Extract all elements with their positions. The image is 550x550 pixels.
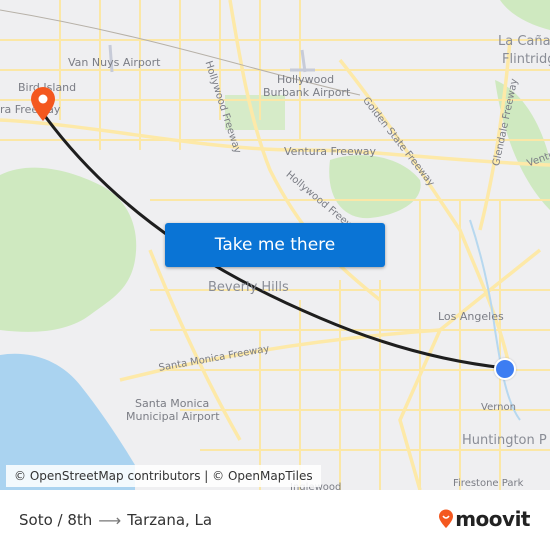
map-label: Firestone Park <box>453 478 524 489</box>
map-label: Burbank Airport <box>263 86 351 99</box>
origin-name: Soto / 8th <box>19 511 93 529</box>
map-label: Huntington P <box>462 433 547 448</box>
attribution-separator: | <box>200 469 213 483</box>
map-label: Flintridge <box>502 52 550 67</box>
park-area <box>500 0 550 30</box>
current-location-dot-icon[interactable] <box>494 358 516 380</box>
map-label: Van Nuys Airport <box>68 56 161 69</box>
map-label: Vernon <box>481 402 516 413</box>
take-me-there-button[interactable]: Take me there <box>165 223 385 267</box>
map-label: Ventura Freeway <box>284 145 377 158</box>
map-label: La Cañada <box>498 34 550 49</box>
map-label: Municipal Airport <box>126 410 220 423</box>
brand-wordmark: moovit <box>455 507 530 531</box>
arrow-right-icon: ⟶ <box>98 510 122 530</box>
map-label: Beverly Hills <box>208 280 289 295</box>
moovit-pin-icon <box>439 509 454 528</box>
park-area <box>329 155 421 219</box>
map-label: Hollywood <box>277 73 335 86</box>
map-view[interactable]: Van Nuys Airport Bird Island ra Freeway … <box>0 0 550 490</box>
osm-attribution-link[interactable]: © OpenStreetMap contributors <box>14 469 200 483</box>
runway <box>290 49 315 73</box>
footer: Soto / 8th ⟶ Tarzana, La moovit <box>0 490 550 550</box>
destination-name: Tarzana, La <box>127 511 213 529</box>
route-summary: Soto / 8th ⟶ Tarzana, La <box>19 490 212 550</box>
map-label: Santa Monica <box>135 397 210 410</box>
map-pin-icon[interactable] <box>30 86 56 127</box>
moovit-logo[interactable]: moovit <box>438 506 530 532</box>
map-attribution: © OpenStreetMap contributors | © OpenMap… <box>6 465 321 487</box>
openmaptiles-attribution-link[interactable]: © OpenMapTiles <box>212 469 312 483</box>
map-label: Los Angeles <box>438 310 504 323</box>
